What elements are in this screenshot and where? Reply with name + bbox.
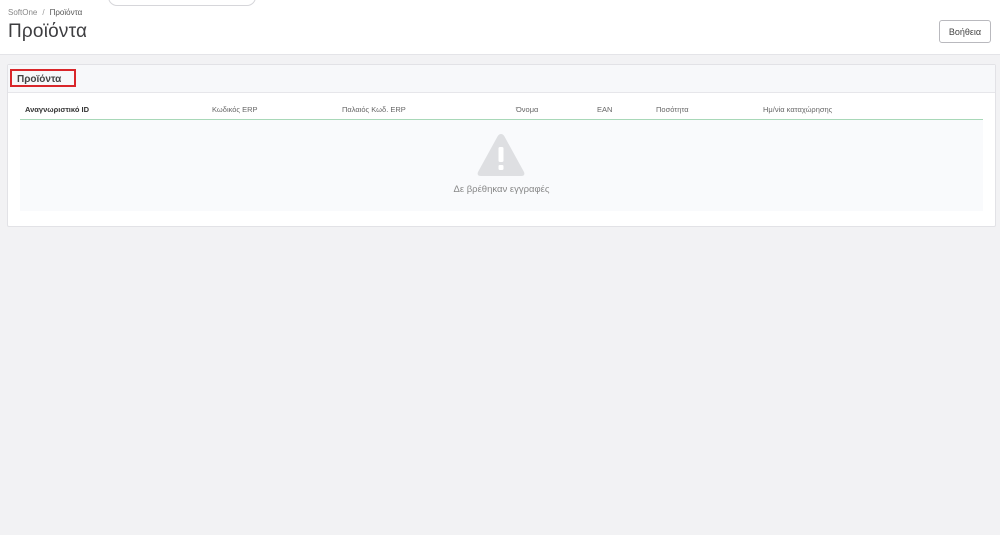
search-input[interactable] (108, 0, 256, 6)
column-header-old-erp-code[interactable]: Παλαιός Κωδ. ERP (342, 105, 406, 114)
breadcrumb-root[interactable]: SoftOne (8, 8, 37, 17)
breadcrumb-current: Προϊόντα (49, 8, 83, 17)
card-title: Προϊόντα (10, 69, 76, 87)
breadcrumb: SoftOne / Προϊόντα (8, 8, 82, 17)
breadcrumb-separator: / (42, 8, 45, 17)
table-header: Αναγνωριστικό ID Κωδικός ERP Παλαιός Κωδ… (20, 101, 983, 120)
warning-triangle-icon (477, 134, 525, 176)
empty-state: Δε βρέθηκαν εγγραφές (20, 120, 983, 211)
empty-message: Δε βρέθηκαν εγγραφές (453, 184, 550, 195)
card-header: Προϊόντα (8, 65, 995, 93)
column-header-quantity[interactable]: Ποσότητα (656, 105, 689, 114)
help-button[interactable]: Βοήθεια (939, 20, 991, 43)
column-header-name[interactable]: Όνομα (516, 105, 538, 114)
column-header-registration-date[interactable]: Ημ/νία καταχώρησης (763, 105, 832, 114)
column-header-erp-code[interactable]: Κωδικός ERP (212, 105, 258, 114)
top-bar: SoftOne / Προϊόντα Προϊόντα Βοήθεια (0, 0, 1000, 55)
column-header-id[interactable]: Αναγνωριστικό ID (25, 105, 89, 114)
column-header-ean[interactable]: EAN (597, 105, 612, 114)
products-card: Προϊόντα Αναγνωριστικό ID Κωδικός ERP Πα… (7, 64, 996, 227)
page-title: Προϊόντα (8, 21, 88, 42)
